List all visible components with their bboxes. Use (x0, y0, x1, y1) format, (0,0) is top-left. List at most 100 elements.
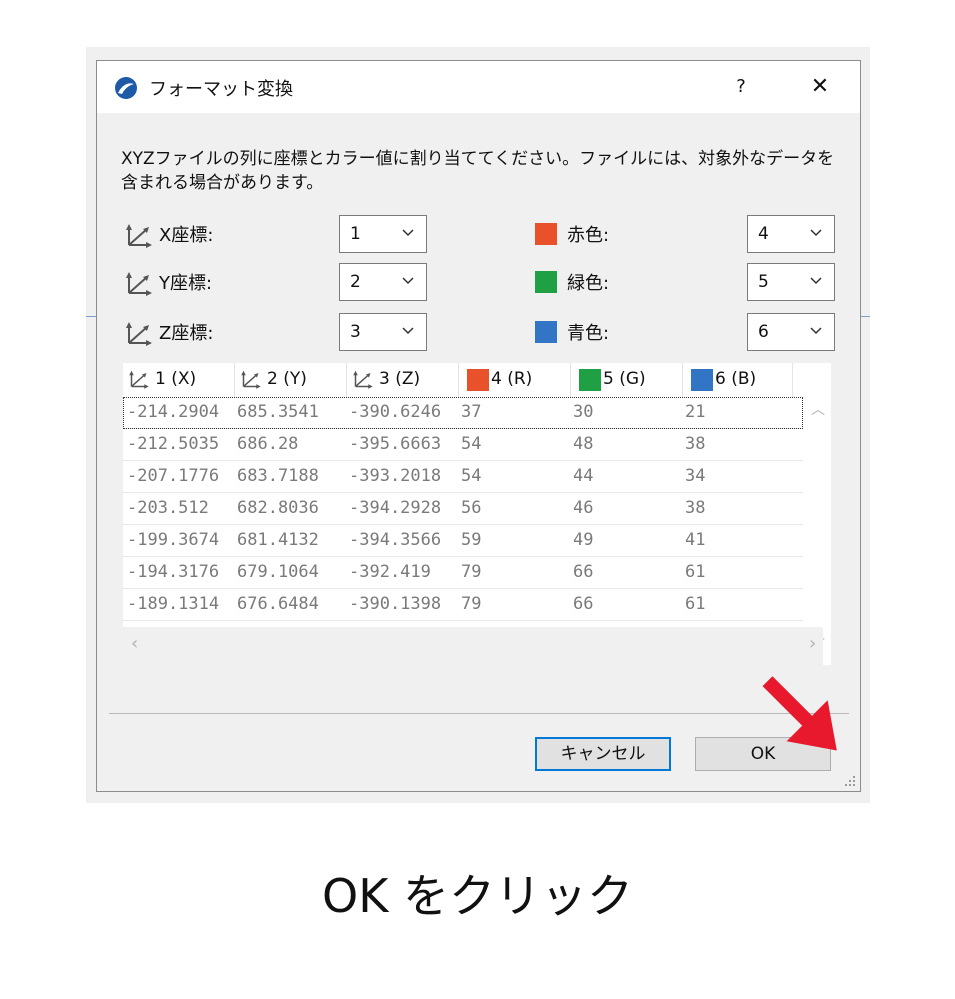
red-select[interactable]: 4 (747, 215, 835, 253)
table-row[interactable]: -199.3674 681.4132 -394.3566 59 49 41 (123, 525, 803, 557)
x-coordinate-row: X座標: 1 赤色: 4 (97, 215, 857, 253)
column-header-label: 2 (Y) (267, 369, 307, 389)
table-cell: 46 (573, 498, 594, 518)
column-header-b[interactable]: 6 (B) (683, 363, 793, 397)
table-row[interactable]: -214.2904 685.3541 -390.6246 37 30 21 (123, 397, 803, 429)
scroll-left-arrow-icon[interactable]: ‹ (131, 633, 138, 654)
red-value: 4 (758, 224, 769, 244)
x-coordinate-label: X座標: (159, 225, 214, 246)
table-cell: 54 (461, 466, 482, 486)
axis-arrows-icon (353, 370, 373, 389)
table-cell: -390.6246 (349, 402, 442, 422)
table-cell: 61 (685, 562, 706, 582)
help-button[interactable]: ? (721, 71, 761, 103)
table-row[interactable]: -207.1776 683.7188 -393.2018 54 44 34 (123, 461, 803, 493)
y-coordinate-row: Y座標: 2 緑色: 5 (97, 263, 857, 301)
chevron-down-icon (402, 277, 414, 285)
column-header-label: 3 (Z) (379, 369, 421, 389)
table-row[interactable]: -194.3176 679.1064 -392.419 79 66 61 (123, 557, 803, 589)
horizontal-scrollbar[interactable]: ‹ › (123, 627, 823, 665)
table-cell: 676.6484 (237, 594, 319, 614)
title-bar: フォーマット変換 ? ✕ (97, 61, 860, 113)
blue-value: 6 (758, 322, 769, 342)
column-header-label: 1 (X) (155, 369, 197, 389)
table-header: 1 (X) 2 (Y) 3 (Z) 4 (R) 5 (G) 6 (B) (123, 363, 793, 397)
table-cell: 21 (685, 402, 706, 422)
y-coordinate-select[interactable]: 2 (339, 263, 427, 301)
axis-arrows-icon (126, 224, 152, 248)
table-cell: -393.2018 (349, 466, 442, 486)
table-cell: -199.3674 (127, 530, 220, 550)
table-cell: -207.1776 (127, 466, 220, 486)
green-label: 緑色: (567, 273, 610, 294)
green-swatch (535, 271, 557, 293)
axis-arrows-icon (126, 272, 152, 296)
chevron-down-icon (810, 277, 822, 285)
blue-select[interactable]: 6 (747, 313, 835, 351)
column-header-y[interactable]: 2 (Y) (235, 363, 347, 397)
close-button[interactable]: ✕ (797, 71, 843, 103)
column-header-g[interactable]: 5 (G) (571, 363, 683, 397)
table-cell: 49 (573, 530, 594, 550)
z-coordinate-select[interactable]: 3 (339, 313, 427, 351)
app-logo-icon (115, 77, 137, 99)
dialog-title: フォーマット変換 (149, 79, 293, 100)
table-cell: 56 (461, 498, 482, 518)
red-label: 赤色: (567, 225, 610, 246)
table-row[interactable]: -203.512 682.8036 -394.2928 56 46 38 (123, 493, 803, 525)
table-cell: 79 (461, 562, 482, 582)
table-cell: -203.512 (127, 498, 209, 518)
table-cell: -194.3176 (127, 562, 220, 582)
red-swatch (467, 369, 489, 391)
table-row[interactable]: -189.1314 676.6484 -390.1398 79 66 61 (123, 589, 803, 621)
table-cell: -395.6663 (349, 434, 442, 454)
table-cell: 685.3541 (237, 402, 319, 422)
axis-arrows-icon (126, 322, 152, 346)
cancel-button[interactable]: キャンセル (535, 737, 671, 771)
green-value: 5 (758, 272, 769, 292)
instruction-caption: OK をクリック (322, 869, 633, 923)
table-cell: 66 (573, 562, 594, 582)
y-coordinate-label: Y座標: (159, 273, 213, 294)
y-coordinate-value: 2 (350, 272, 361, 292)
table-cell: 686.28 (237, 434, 299, 454)
x-coordinate-select[interactable]: 1 (339, 215, 427, 253)
vertical-scrollbar[interactable]: ︿ ﹀ (803, 397, 831, 659)
table-cell: 79 (461, 594, 482, 614)
table-cell: 38 (685, 434, 706, 454)
column-header-z[interactable]: 3 (Z) (347, 363, 459, 397)
table-cell: 44 (573, 466, 594, 486)
background-line (860, 316, 870, 317)
table-cell: -394.3566 (349, 530, 442, 550)
instruction-text: XYZファイルの列に座標とカラー値に割り当ててください。ファイルには、対象外なデ… (121, 149, 835, 193)
table-row[interactable]: -212.5035 686.28 -395.6663 54 48 38 (123, 429, 803, 461)
chevron-down-icon (402, 229, 414, 237)
table-cell: 683.7188 (237, 466, 319, 486)
data-preview-table[interactable]: 1 (X) 2 (Y) 3 (Z) 4 (R) 5 (G) 6 (B) -214… (123, 363, 831, 665)
red-swatch (535, 223, 557, 245)
chevron-down-icon (810, 229, 822, 237)
scroll-up-arrow-icon[interactable]: ︿ (811, 399, 825, 419)
scroll-right-arrow-icon[interactable]: › (809, 633, 816, 654)
table-cell: 54 (461, 434, 482, 454)
blue-swatch (535, 321, 557, 343)
z-coordinate-row: Z座標: 3 青色: 6 (97, 313, 857, 351)
table-cell: -392.419 (349, 562, 431, 582)
green-select[interactable]: 5 (747, 263, 835, 301)
resize-grip-icon[interactable] (844, 775, 856, 787)
table-cell: 34 (685, 466, 706, 486)
column-header-label: 6 (B) (715, 369, 757, 389)
blue-swatch (691, 369, 713, 391)
column-header-x[interactable]: 1 (X) (123, 363, 235, 397)
table-cell: 66 (573, 594, 594, 614)
table-cell: -189.1314 (127, 594, 220, 614)
axis-arrows-icon (241, 370, 261, 389)
table-cell: 37 (461, 402, 482, 422)
column-header-label: 5 (G) (603, 369, 646, 389)
column-header-r[interactable]: 4 (R) (459, 363, 571, 397)
chevron-down-icon (402, 327, 414, 335)
table-cell: -394.2928 (349, 498, 442, 518)
column-header-label: 4 (R) (491, 369, 533, 389)
table-cell: 59 (461, 530, 482, 550)
table-cell: 48 (573, 434, 594, 454)
